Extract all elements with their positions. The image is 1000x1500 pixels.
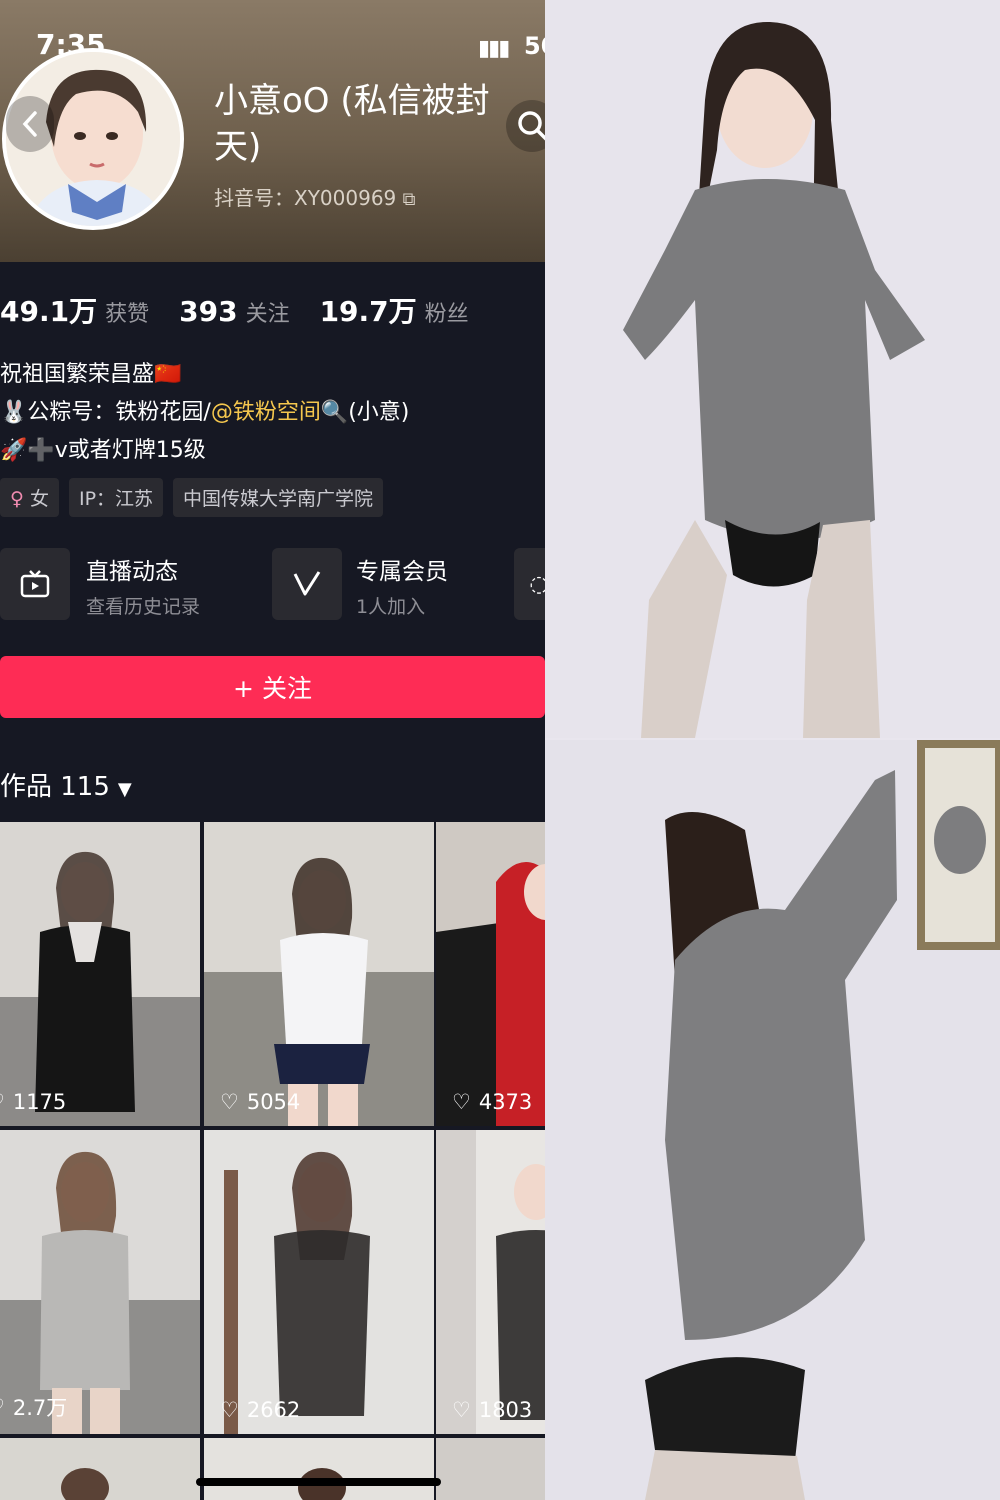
ip-tag: IP：江苏 (68, 478, 164, 517)
heart-icon: ♡ (0, 1395, 5, 1419)
bio-mention-link[interactable]: @铁粉空间 (211, 400, 321, 425)
video-likes-count: 5054 (246, 1090, 301, 1114)
profile-screen: 7:35 ▮▮▮ 50 小意oO (私信被封 天) (0, 0, 545, 1500)
bio-line-2-prefix: 🐰公粽号：铁粉花园/ (0, 400, 211, 425)
more-feature-button[interactable]: ◌ (514, 548, 545, 620)
likes-count: 49.1万 (0, 295, 98, 328)
home-indicator[interactable] (196, 1478, 441, 1486)
heart-icon: ♡ (220, 1398, 239, 1422)
profile-header: 7:35 ▮▮▮ 50 小意oO (私信被封 天) (0, 0, 545, 262)
bio: 祝祖国繁荣昌盛🇨🇳 🐰公粽号：铁粉花园/@铁粉空间🔍(小意) 🚀➕v或者灯牌15… (0, 356, 409, 470)
video-thumb-8[interactable] (204, 1438, 434, 1500)
followers-label[interactable]: 粉丝 (425, 296, 469, 328)
caret-down-icon: ▼ (117, 779, 132, 800)
heart-icon: ♡ (220, 1090, 239, 1114)
douyin-id-text: 抖音号：XY000969 (214, 186, 397, 210)
tv-icon (20, 570, 50, 598)
member-button[interactable] (272, 548, 342, 620)
heart-icon: ♡ (452, 1090, 471, 1114)
nickname-line2: 天) (214, 127, 262, 167)
search-button[interactable] (506, 100, 545, 152)
member-title[interactable]: 专属会员 (356, 552, 448, 586)
works-tab[interactable]: 作品 115 ▼ (0, 766, 132, 803)
video-thumb-4[interactable]: ♡ 2.7万 (0, 1130, 200, 1434)
followers-count[interactable]: 19.7万 (320, 290, 417, 330)
douyin-id[interactable]: 抖音号：XY000969 ⧉ (214, 182, 415, 211)
photo-column (545, 0, 1000, 1500)
copy-icon[interactable]: ⧉ (403, 189, 416, 210)
video-likes: ♡ 5054 (220, 1090, 300, 1114)
school-tag[interactable]: 中国传媒大学南广学院 (173, 478, 384, 517)
female-icon: ♀ (10, 488, 24, 510)
live-history-button[interactable] (0, 548, 70, 620)
video-thumb-7[interactable] (0, 1438, 200, 1500)
member-subtitle: 1人加入 (356, 596, 426, 618)
battery-level: 50 (524, 32, 545, 60)
nickname: 小意oO (私信被封 天) (214, 78, 544, 170)
video-likes: ♡ 1803 (452, 1398, 532, 1422)
live-history-subtitle: 查看历史记录 (86, 596, 201, 618)
bio-line-2: 🐰公粽号：铁粉花园/@铁粉空间🔍(小意) (0, 394, 409, 432)
heart-icon: ♡ (0, 1090, 5, 1114)
follow-button[interactable]: + 关注 (0, 656, 545, 718)
video-likes: ♡ 4373 (452, 1090, 532, 1114)
video-likes-count: 1803 (478, 1398, 533, 1422)
video-thumb-9[interactable] (436, 1438, 545, 1500)
video-likes-count: 2662 (246, 1398, 301, 1422)
bio-line-2-suffix: 🔍(小意) (320, 400, 410, 425)
heart-icon: ♡ (452, 1398, 471, 1422)
chat-icon: ◌ (529, 571, 545, 597)
video-thumb-2[interactable]: ♡ 5054 (204, 822, 434, 1126)
live-history-title[interactable]: 直播动态 (86, 552, 178, 586)
gender-tag: ♀ 女 (0, 478, 59, 517)
search-icon (518, 111, 545, 141)
video-likes: ♡ 2.7万 (0, 1392, 67, 1422)
video-thumb-5[interactable]: ♡ 2662 (204, 1130, 434, 1434)
bio-line-1: 祝祖国繁荣昌盛🇨🇳 (0, 362, 182, 387)
likes-label: 获赞 (105, 302, 150, 327)
photo-top (545, 0, 1000, 738)
back-button[interactable] (6, 96, 54, 152)
video-thumb-6[interactable]: ♡ 1803 (436, 1130, 545, 1434)
video-likes-count: 2.7万 (12, 1396, 68, 1420)
following-count[interactable]: 393 (179, 295, 237, 328)
video-likes-count: 4373 (478, 1090, 533, 1114)
feature-entries: 直播动态 查看历史记录 专属会员 1人加入 ◌ (0, 548, 545, 620)
video-likes-count: 1175 (12, 1090, 67, 1114)
works-label: 作品 115 (0, 772, 110, 802)
video-thumb-3[interactable]: ♡ 4373 (436, 822, 545, 1126)
profile-tags: ♀ 女 IP：江苏 中国传媒大学南广学院 (0, 478, 384, 517)
signal-icon: ▮▮▮ (478, 36, 510, 61)
video-likes: ♡ 2662 (220, 1398, 300, 1422)
photo-bottom (545, 740, 1000, 1500)
bio-line-3: 🚀➕v或者灯牌15级 (0, 438, 206, 463)
profile-stats: 49.1万 获赞 393 关注 19.7万 粉丝 (0, 290, 499, 330)
video-likes: ♡ 1175 (0, 1090, 66, 1114)
video-thumb-1[interactable]: ♡ 1175 (0, 822, 200, 1126)
following-label[interactable]: 关注 (246, 296, 290, 328)
v-member-icon (293, 571, 321, 596)
nickname-line1: 小意oO (私信被封 (214, 81, 490, 121)
chevron-left-icon (22, 111, 37, 137)
gender-tag-label: 女 (29, 488, 49, 510)
